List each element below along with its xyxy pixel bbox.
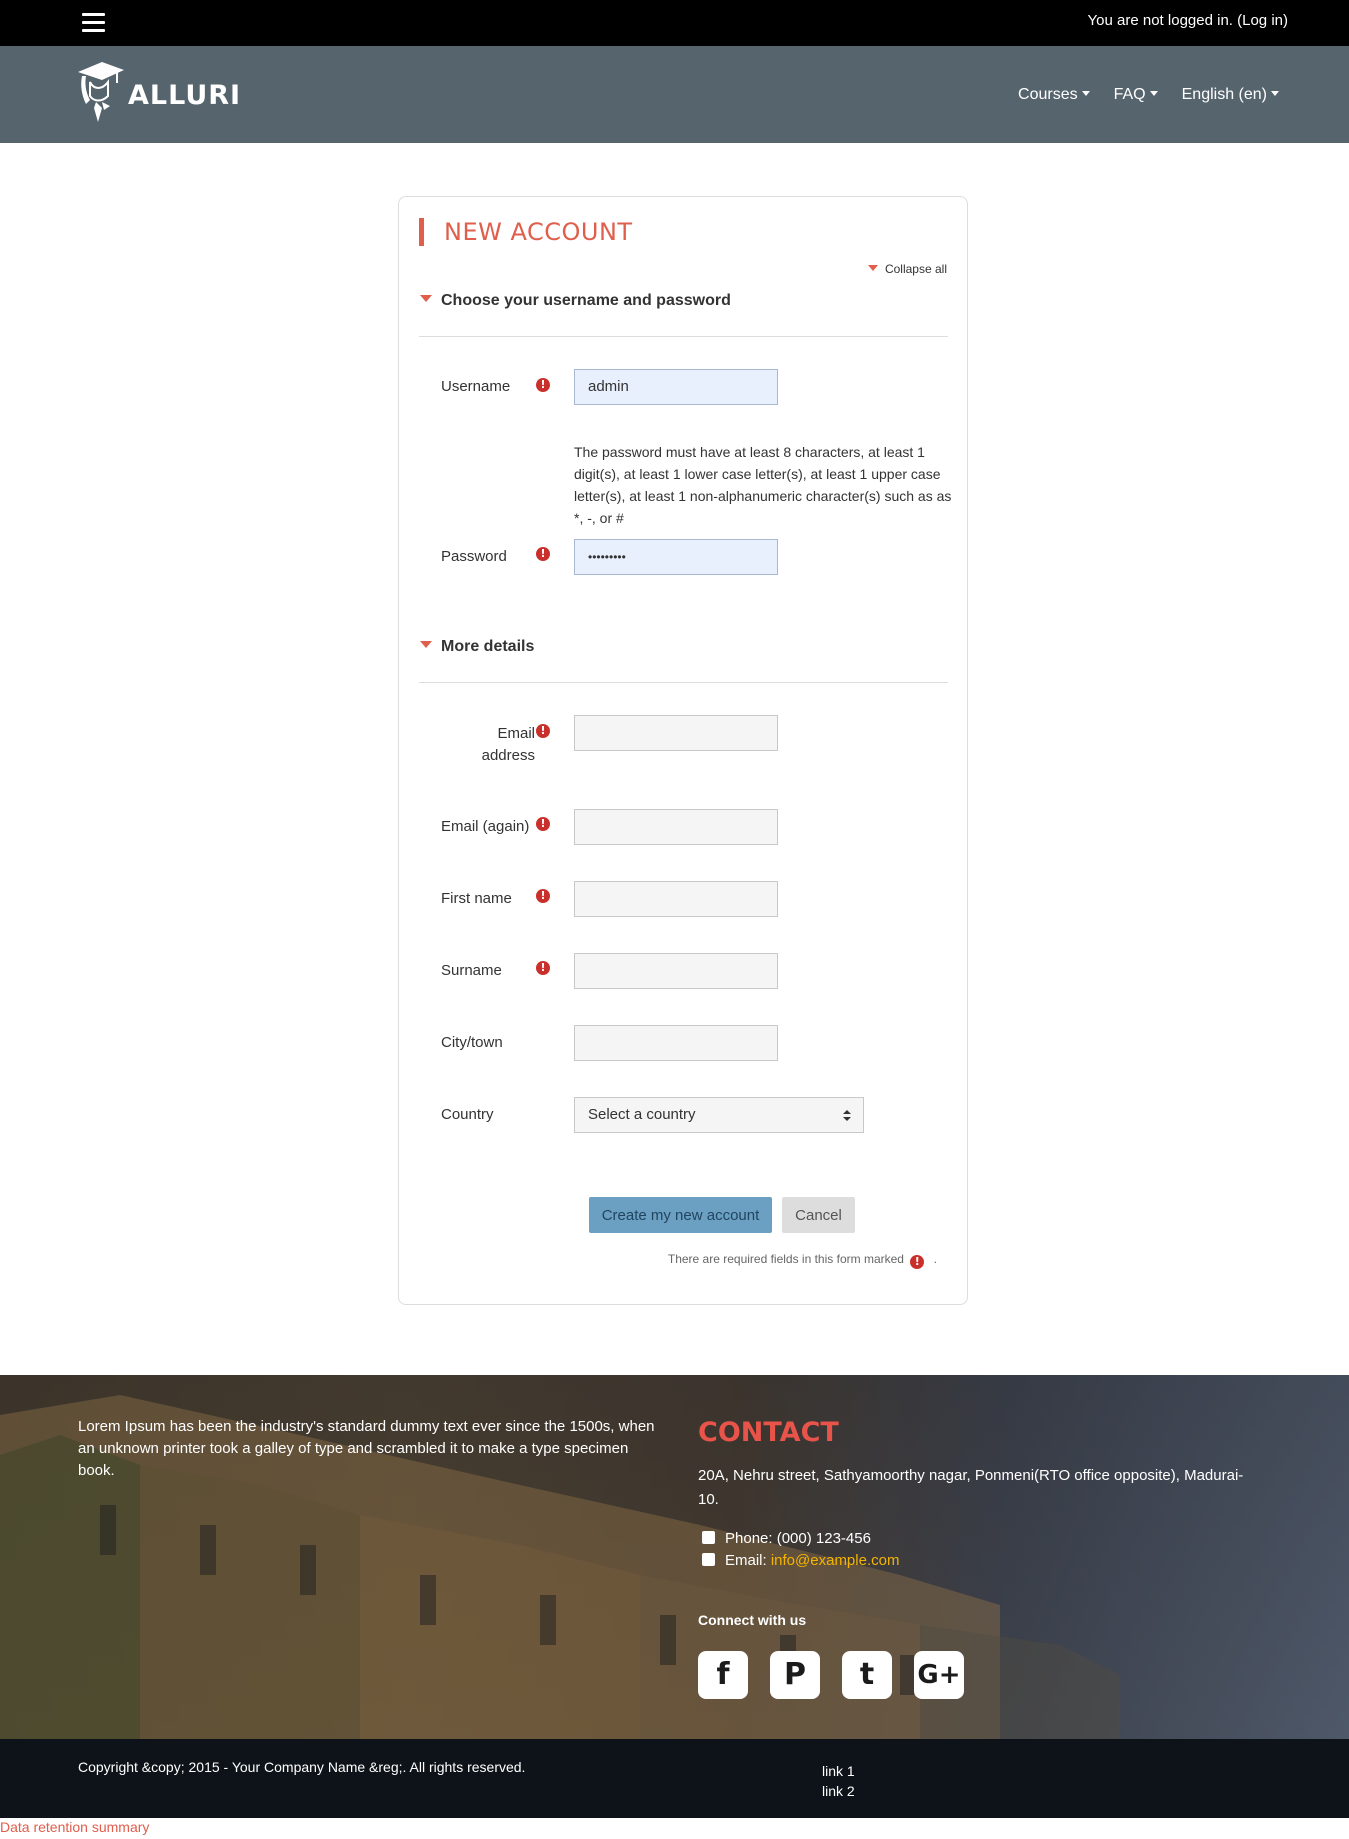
surname-label: Surname	[441, 962, 502, 979]
nav-faq-dropdown[interactable]: FAQ	[1114, 86, 1158, 104]
login-status: You are not logged in. (Log in)	[1088, 12, 1288, 29]
country-label: Country	[441, 1106, 494, 1123]
top-bar: You are not logged in. (Log in)	[0, 0, 1349, 46]
select-arrows-icon	[843, 1110, 851, 1122]
required-note-end: .	[933, 1252, 937, 1266]
contact-phone: Phone: (000) 123-456	[702, 1530, 871, 1547]
connect-heading: Connect with us	[698, 1612, 807, 1628]
login-status-text: You are not logged in. (	[1087, 12, 1243, 29]
password-label: Password	[441, 548, 507, 565]
footer-links: link 1 link 2	[822, 1761, 855, 1801]
envelope-icon	[702, 1553, 715, 1566]
footer-about-text: Lorem Ipsum has been the industry's stan…	[78, 1418, 655, 1479]
email-label: Email address	[481, 725, 535, 764]
contact-email: Email: info@example.com	[702, 1552, 899, 1569]
nav-courses-dropdown[interactable]: Courses	[1018, 86, 1090, 104]
firstname-input[interactable]	[574, 881, 778, 917]
graduation-cap-logo-icon	[78, 62, 124, 122]
cancel-button[interactable]: Cancel	[782, 1197, 855, 1233]
new-account-card: NEW ACCOUNT Collapse all Choose your use…	[398, 196, 968, 1305]
city-input[interactable]	[574, 1025, 778, 1061]
page-title: NEW ACCOUNT	[419, 218, 633, 246]
username-label: Username	[441, 378, 511, 395]
login-link[interactable]: Log in	[1242, 12, 1283, 29]
pinterest-icon[interactable]: P	[770, 1651, 820, 1699]
phone-icon	[702, 1531, 715, 1544]
contact-email-prefix: Email:	[725, 1552, 771, 1569]
password-policy-text: The password must have at least 8 charac…	[574, 444, 952, 526]
surname-input[interactable]	[574, 953, 778, 989]
footer-link-2[interactable]: link 2	[822, 1781, 855, 1801]
twitter-icon[interactable]: t	[842, 1651, 892, 1699]
required-icon: !	[910, 1255, 925, 1269]
required-icon: !	[536, 724, 550, 738]
facebook-icon[interactable]: f	[698, 1651, 748, 1699]
required-icon: !	[536, 378, 550, 392]
required-icon: !	[536, 961, 550, 975]
copyright-text: Copyright &copy; 2015 - Your Company Nam…	[78, 1759, 526, 1775]
contact-email-link[interactable]: info@example.com	[771, 1552, 900, 1569]
section-divider	[419, 336, 948, 337]
country-select[interactable]: Select a country	[574, 1097, 864, 1133]
required-note-text: There are required fields in this form m…	[667, 1252, 904, 1266]
collapse-all-link[interactable]: Collapse all	[868, 262, 947, 276]
password-input[interactable]: •••••••••	[574, 539, 778, 575]
create-account-button[interactable]: Create my new account	[589, 1197, 772, 1233]
required-fields-note: There are required fields in this form m…	[668, 1252, 937, 1269]
menu-hamburger-icon[interactable]	[82, 13, 105, 33]
contact-address: 20A, Nehru street, Sathyamoorthy nagar, …	[698, 1467, 1244, 1508]
email-input[interactable]	[574, 715, 778, 751]
nav-menu: Courses FAQ English (en)	[1018, 86, 1279, 104]
email-again-input[interactable]	[574, 809, 778, 845]
footer-bottom-bar: Copyright &copy; 2015 - Your Company Nam…	[0, 1739, 1349, 1818]
login-status-close: )	[1283, 12, 1288, 29]
site-footer: Lorem Ipsum has been the industry's stan…	[0, 1375, 1349, 1739]
logo-text: ALLURI	[128, 80, 242, 111]
email-again-label: Email (again)	[441, 818, 530, 835]
country-select-value: Select a country	[588, 1106, 696, 1123]
nav-language-dropdown[interactable]: English (en)	[1182, 86, 1279, 104]
data-retention-link[interactable]: Data retention summary	[0, 1819, 149, 1835]
section-username-password-toggle[interactable]: Choose your username and password	[420, 292, 731, 310]
required-icon: !	[536, 889, 550, 903]
section-divider	[419, 682, 948, 683]
city-label: City/town	[441, 1034, 503, 1051]
google-plus-icon[interactable]: G+	[914, 1651, 964, 1699]
contact-phone-text: Phone: (000) 123-456	[725, 1530, 871, 1547]
username-input[interactable]: admin	[574, 369, 778, 405]
contact-title: CONTACT	[698, 1417, 839, 1448]
site-logo[interactable]: ALLURI	[76, 60, 240, 130]
footer-link-1[interactable]: link 1	[822, 1761, 855, 1781]
required-icon: !	[536, 817, 550, 831]
firstname-label: First name	[441, 890, 512, 907]
required-icon: !	[536, 547, 550, 561]
site-navbar: ALLURI Courses FAQ English (en)	[0, 46, 1349, 143]
section-more-details-toggle[interactable]: More details	[420, 638, 534, 656]
